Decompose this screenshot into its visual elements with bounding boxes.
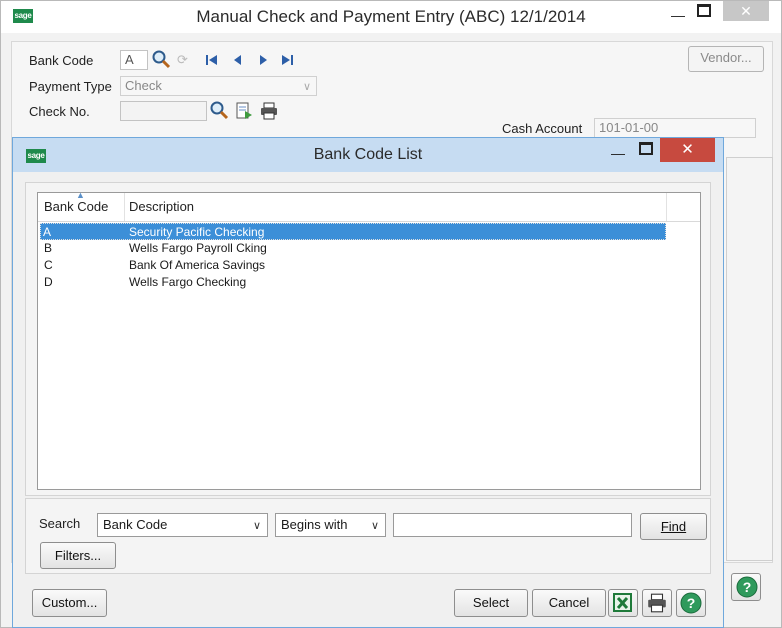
document-export-icon[interactable] (234, 101, 254, 124)
table-row[interactable]: D Wells Fargo Checking (40, 274, 666, 291)
search-mode-value: Begins with (281, 517, 348, 532)
help-icon[interactable]: ? (735, 575, 759, 602)
filters-button[interactable]: Filters... (40, 542, 116, 569)
chevron-down-icon: ∨ (302, 81, 311, 93)
cash-account-field: 101-01-00 (594, 118, 756, 138)
bank-code-list-dialog: sage Bank Code List — ✕ ▲ Bank Code Desc… (12, 137, 724, 628)
find-button[interactable]: Find (640, 513, 707, 540)
bank-code-label: Bank Code (29, 53, 94, 68)
previous-record-icon[interactable] (230, 52, 246, 71)
dialog-title-bar: sage Bank Code List — ✕ (13, 138, 723, 172)
vendor-button[interactable]: Vendor... (688, 46, 764, 72)
refresh-icon: ⟳ (177, 52, 188, 67)
magnifier-icon[interactable] (151, 49, 171, 72)
excel-export-button[interactable] (608, 589, 638, 617)
search-label: Search (39, 516, 81, 531)
check-no-label: Check No. (29, 104, 90, 119)
payment-type-label: Payment Type (29, 79, 112, 94)
row-description: Wells Fargo Checking (129, 275, 247, 289)
table-row[interactable]: C Bank Of America Savings (40, 257, 666, 274)
column-header-bank-code[interactable]: Bank Code (44, 199, 108, 214)
chevron-down-icon: ∨ (252, 520, 261, 532)
row-description: Security Pacific Checking (129, 225, 265, 239)
background-panel (726, 157, 773, 561)
select-button[interactable]: Select (454, 589, 528, 617)
printer-icon[interactable] (642, 589, 672, 617)
cash-account-label: Cash Account (502, 121, 583, 136)
main-title-bar: sage Manual Check and Payment Entry (ABC… (1, 1, 781, 33)
row-bank-code: D (44, 275, 53, 289)
grid-header: ▲ Bank Code Description (38, 190, 700, 222)
search-field-value: Bank Code (103, 517, 168, 532)
bank-code-field[interactable]: A (120, 50, 148, 70)
svg-text:?: ? (687, 595, 696, 611)
search-mode-select[interactable]: Begins with ∨ (275, 513, 386, 537)
column-divider (666, 193, 667, 221)
row-bank-code: A (43, 225, 52, 239)
close-icon[interactable]: ✕ (723, 1, 769, 21)
minimize-icon[interactable]: — (603, 143, 633, 163)
chevron-down-icon: ∨ (370, 520, 379, 532)
check-no-field[interactable] (120, 101, 207, 121)
maximize-icon[interactable] (689, 2, 719, 22)
row-description: Wells Fargo Payroll Cking (129, 241, 267, 255)
column-divider (124, 193, 125, 221)
table-row[interactable]: A Security Pacific Checking (40, 223, 666, 240)
search-input[interactable] (393, 513, 632, 537)
help-icon[interactable]: ? (676, 589, 706, 617)
payment-type-value: Check (125, 78, 162, 93)
maximize-icon[interactable] (631, 140, 661, 160)
column-header-description[interactable]: Description (129, 199, 194, 214)
last-record-icon[interactable] (279, 52, 295, 71)
magnifier-icon[interactable] (209, 100, 229, 123)
first-record-icon[interactable] (204, 52, 220, 71)
find-button-label: Find (660, 519, 687, 534)
printer-icon[interactable] (259, 102, 279, 123)
payment-type-select[interactable]: Check ∨ (120, 76, 317, 96)
bank-code-grid[interactable]: ▲ Bank Code Description A Security Pacif… (37, 190, 701, 490)
custom-button[interactable]: Custom... (32, 589, 107, 617)
row-bank-code: B (44, 241, 53, 255)
row-bank-code: C (44, 258, 53, 272)
svg-text:?: ? (743, 579, 752, 595)
close-icon[interactable]: ✕ (660, 138, 715, 162)
next-record-icon[interactable] (255, 52, 271, 71)
search-field-select[interactable]: Bank Code ∨ (97, 513, 268, 537)
cancel-button[interactable]: Cancel (532, 589, 606, 617)
row-description: Bank Of America Savings (129, 258, 266, 272)
table-row[interactable]: B Wells Fargo Payroll Cking (40, 240, 666, 257)
